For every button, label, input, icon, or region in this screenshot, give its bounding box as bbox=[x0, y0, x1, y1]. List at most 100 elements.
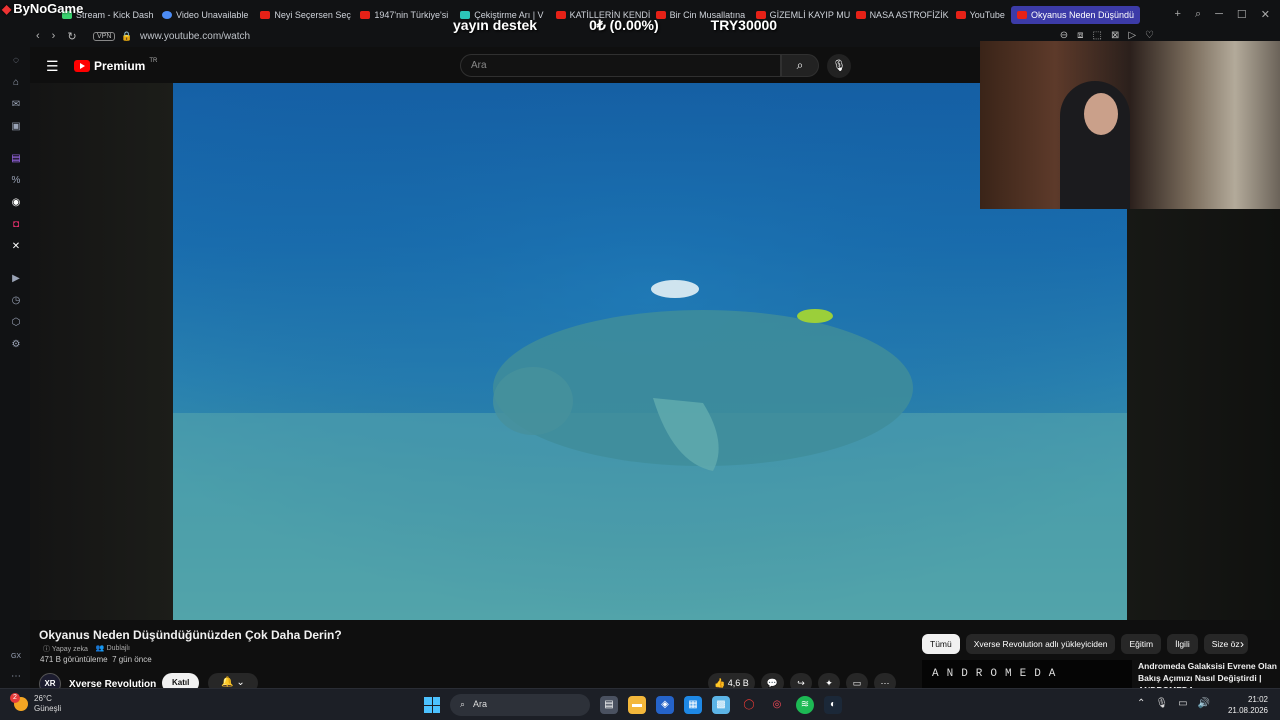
video-meta: 471 B görüntüleme 7 gün önce bbox=[40, 655, 152, 664]
browser-tab[interactable]: YouTube bbox=[950, 6, 1011, 24]
extensions-sidebar-icon[interactable]: ⬡ bbox=[10, 317, 22, 329]
discord-icon[interactable]: ◉ bbox=[10, 197, 22, 209]
snapshot-icon[interactable]: ⬚ bbox=[1092, 30, 1101, 41]
filter-chip[interactable]: Xverse Revolution adlı yükleyiciden bbox=[965, 634, 1116, 654]
filter-chip[interactable]: İlgili bbox=[1167, 634, 1198, 654]
messenger-icon[interactable]: ✉ bbox=[10, 99, 22, 111]
recommendation-thumbnail[interactable]: ANDROMEDA bbox=[922, 660, 1132, 688]
more-icon[interactable]: ⋯ bbox=[10, 671, 22, 683]
player-icon[interactable]: ▷ bbox=[1128, 30, 1136, 41]
player-letterbox-left bbox=[30, 83, 173, 620]
x-icon[interactable]: ✕ bbox=[10, 241, 22, 253]
tab-label: Stream - Kick Dash bbox=[76, 10, 154, 20]
youtube-logo[interactable]: Premium TR bbox=[74, 58, 157, 73]
mic-tray-icon[interactable]: 🎙 bbox=[1155, 698, 1168, 709]
maximize-button[interactable]: ☐ bbox=[1237, 8, 1247, 21]
bell-icon: 🔔 bbox=[221, 677, 234, 688]
url-field[interactable]: www.youtube.com/watch bbox=[140, 31, 250, 42]
history-icon[interactable]: ◷ bbox=[10, 295, 22, 307]
gx-icon[interactable]: GX bbox=[10, 651, 22, 663]
clock[interactable]: 21:02 21.08.2026 bbox=[1228, 694, 1268, 716]
filter-chip[interactable]: Tümü bbox=[922, 634, 960, 654]
steam-icon[interactable]: ◐ bbox=[824, 696, 842, 714]
chips-next-icon[interactable]: › bbox=[1240, 637, 1244, 651]
task-view-icon[interactable]: ▤ bbox=[600, 696, 618, 714]
app-icon[interactable]: ◈ bbox=[656, 696, 674, 714]
logo-text: Premium bbox=[94, 59, 146, 73]
stream-donation-overlay: yayın destek 0₺ (0.00%) TRY30000 bbox=[453, 17, 777, 34]
heart-icon[interactable]: ♡ bbox=[1145, 30, 1154, 41]
more-icon: ⋯ bbox=[880, 678, 890, 688]
tab-label: Video Unavailable bbox=[176, 10, 249, 20]
search-input[interactable]: Ara bbox=[460, 54, 781, 77]
vpn-badge[interactable]: VPN bbox=[93, 32, 116, 41]
extensions-icon[interactable]: ⧈ bbox=[1077, 30, 1083, 41]
upload-age: 7 gün önce bbox=[112, 655, 152, 664]
twitch-icon[interactable]: ▤ bbox=[10, 153, 22, 165]
taskbar-search[interactable]: ⌕ Ara bbox=[450, 694, 590, 716]
close-button[interactable]: ✕ bbox=[1261, 8, 1270, 21]
file-explorer-icon[interactable]: ▬ bbox=[628, 696, 646, 714]
search-button[interactable]: ⌕ bbox=[781, 54, 819, 77]
video-title: Okyanus Neden Düşündüğünüzden Çok Daha D… bbox=[39, 628, 342, 642]
chevron-up-icon[interactable]: ⌃ bbox=[1137, 698, 1145, 709]
tab-favicon-icon bbox=[1016, 11, 1027, 19]
photos-icon[interactable]: ▩ bbox=[712, 696, 730, 714]
streamer-face bbox=[1084, 93, 1118, 135]
hamburger-menu-icon[interactable]: ☰ bbox=[46, 58, 59, 75]
tab-favicon-icon bbox=[260, 11, 271, 19]
zoom-icon[interactable]: ⊖ bbox=[1060, 30, 1068, 41]
opera-icon[interactable]: ◯ bbox=[740, 696, 758, 714]
filter-chips: Tümü Xverse Revolution adlı yükleyiciden E… bbox=[922, 634, 1248, 654]
browser-tab[interactable]: Video Unavailable bbox=[156, 6, 254, 24]
spotify-icon[interactable]: ≋ bbox=[796, 696, 814, 714]
gx-corner-icon[interactable]: ⌂ bbox=[10, 77, 22, 89]
tag-dubbed: 👥 Dublajlı bbox=[95, 645, 130, 652]
windows-start-icon[interactable] bbox=[424, 697, 440, 713]
tab-favicon-icon bbox=[162, 11, 172, 19]
gx-control-icon[interactable]: ◌ bbox=[10, 55, 22, 67]
new-tab-button[interactable]: + bbox=[1175, 8, 1181, 21]
instagram-icon[interactable]: ◘ bbox=[10, 219, 22, 231]
system-tray: ⌃ 🎙 ▭ 🔊 bbox=[1137, 698, 1210, 709]
search-tabs-icon[interactable]: ⌕ bbox=[1195, 8, 1201, 21]
browser-tab[interactable]: NASA ASTROFİZİK bbox=[850, 6, 950, 24]
weather-badge: 2 bbox=[10, 693, 20, 703]
settings-icon[interactable]: ⚙ bbox=[10, 339, 22, 351]
browser-tab[interactable]: Neyi Seçersen Seç bbox=[254, 6, 354, 24]
browser-tab[interactable]: 1947'nin Türkiye'si bbox=[354, 6, 454, 24]
weather-widget[interactable]: 2 26°C Güneşli bbox=[10, 693, 61, 714]
percent-icon[interactable]: % bbox=[10, 175, 22, 187]
browser-toolbar-icons: ⊖ ⧈ ⬚ ⊠ ▷ ♡ bbox=[1060, 30, 1154, 41]
search-icon: ⌕ bbox=[460, 699, 466, 709]
dugong-head bbox=[493, 367, 573, 435]
filter-chip[interactable]: Eğitim bbox=[1121, 634, 1162, 654]
forward-icon[interactable]: › bbox=[52, 30, 56, 43]
tag-ai: ⓘ Yapay zeka bbox=[43, 646, 88, 653]
browser-tab[interactable]: Okyanus Neden Düşündü bbox=[1010, 6, 1141, 24]
player-sidebar-icon[interactable]: ▶ bbox=[10, 273, 22, 285]
wallet-icon[interactable]: ⊠ bbox=[1111, 30, 1119, 41]
tab-label: NASA ASTROFİZİK bbox=[869, 10, 949, 20]
m-icon[interactable]: ▣ bbox=[10, 121, 22, 133]
overlay-goal: TRY30000 bbox=[710, 17, 778, 33]
thumbs-up-icon: 👍 bbox=[714, 678, 726, 688]
network-icon[interactable]: ▭ bbox=[1178, 698, 1187, 709]
store-icon[interactable]: ▦ bbox=[684, 696, 702, 714]
recommendation-title[interactable]: Andromeda Galaksisi Evrene Olan Bakış Aç… bbox=[1138, 660, 1278, 688]
remora-fish bbox=[651, 280, 699, 298]
browser-sidebar: ◌ ⌂ ✉ ▣ ▤ % ◉ ◘ ✕ ▶ ◷ ⬡ ⚙ GX ⋯ bbox=[0, 47, 30, 688]
minimize-button[interactable]: ─ bbox=[1215, 8, 1223, 21]
reload-icon[interactable]: ↻ bbox=[67, 30, 76, 43]
voice-search-button[interactable]: 🎙 bbox=[827, 54, 851, 78]
mic-icon: 🎙 bbox=[832, 60, 846, 72]
tab-label: GİZEMLİ KAYIP MU bbox=[769, 10, 850, 20]
opera-gx-icon[interactable]: ◎ bbox=[768, 696, 786, 714]
tab-favicon-icon bbox=[855, 11, 866, 19]
brand-text: ByNoGame bbox=[13, 1, 84, 16]
volume-icon[interactable]: 🔊 bbox=[1198, 698, 1210, 709]
tab-label: YouTube bbox=[969, 10, 1005, 20]
back-icon[interactable]: ‹ bbox=[36, 30, 40, 43]
windows-taskbar: 2 26°C Güneşli ⌕ Ara ▤ ▬ ◈ ▦ ▩ ◯ ◎ ≋ ◐ ⌃ 🎙… bbox=[0, 688, 1280, 720]
overlay-label: yayın destek bbox=[453, 17, 538, 33]
